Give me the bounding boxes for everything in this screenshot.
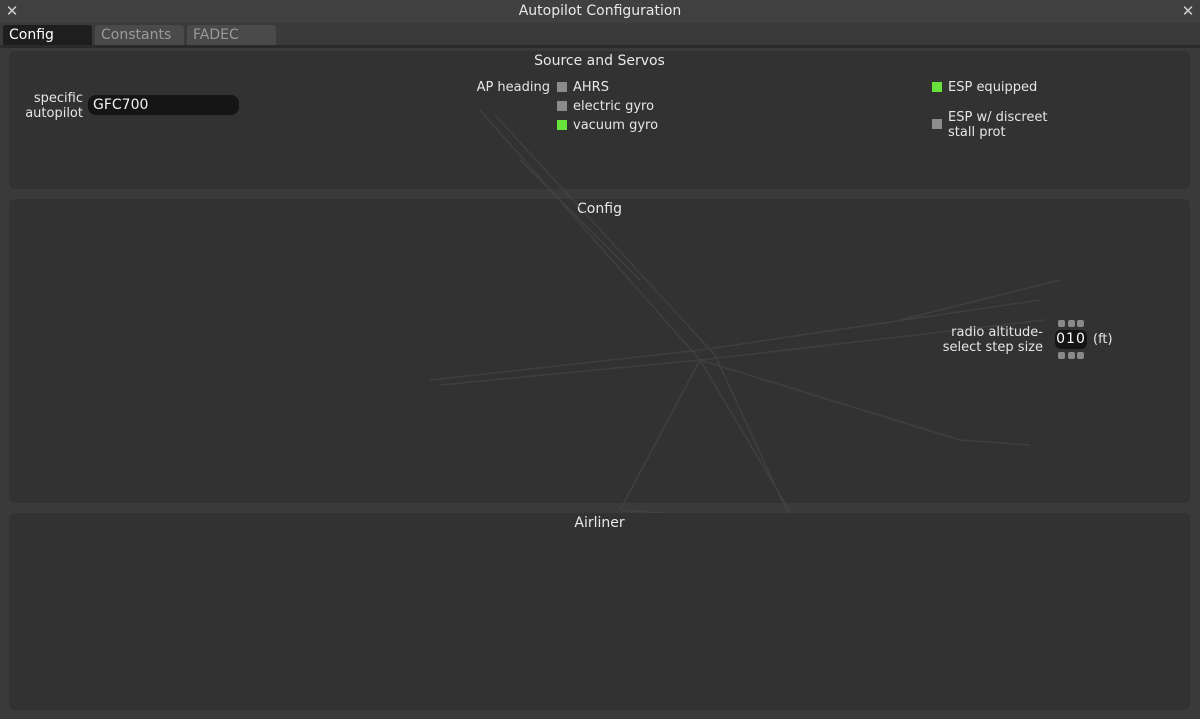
stepper-up-arrows xyxy=(1057,320,1085,327)
airliner-panel: Airliner xyxy=(9,513,1190,710)
esp-equipped-checkbox[interactable] xyxy=(932,82,942,92)
step-down-ones[interactable] xyxy=(1077,352,1084,359)
title-bar: Autopilot Configuration xyxy=(0,0,1200,23)
specific-autopilot-field[interactable]: GFC700 xyxy=(88,95,239,115)
step-up-tens[interactable] xyxy=(1067,320,1075,327)
esp-stall-checkbox[interactable] xyxy=(932,119,942,129)
tab-underline xyxy=(0,45,1200,48)
esp-stall-label-line1: ESP w/ discreet xyxy=(948,110,1048,125)
ahrs-checkbox[interactable] xyxy=(557,82,567,92)
esp-equipped-label: ESP equipped xyxy=(948,80,1038,95)
vacuum-gyro-label: vacuum gyro xyxy=(573,118,659,133)
close-window-icon[interactable]: ✕ xyxy=(1178,0,1198,23)
electric-gyro-label: electric gyro xyxy=(573,99,655,114)
specific-autopilot-label-line1: specific xyxy=(33,91,83,106)
window-title: Autopilot Configuration xyxy=(518,3,682,19)
config-title: Config xyxy=(577,201,622,217)
radio-altitude-label-line1: radio altitude- xyxy=(951,325,1043,340)
electric-gyro-checkbox[interactable] xyxy=(557,101,567,111)
step-down-hundreds[interactable] xyxy=(1058,352,1065,359)
tab-bar: Config Constants FADEC xyxy=(0,24,1200,46)
esp-stall-label-line2: stall prot xyxy=(948,125,1006,140)
step-up-hundreds[interactable] xyxy=(1058,320,1065,327)
stepper-down-arrows xyxy=(1057,352,1085,359)
tab-fadec[interactable]: FADEC xyxy=(187,25,276,45)
radio-altitude-unit: (ft) xyxy=(1093,332,1113,347)
step-down-tens[interactable] xyxy=(1067,352,1075,359)
source-servos-title: Source and Servos xyxy=(534,53,665,69)
vacuum-gyro-checkbox[interactable] xyxy=(557,120,567,130)
tab-config[interactable]: Config xyxy=(3,25,92,45)
ahrs-label: AHRS xyxy=(573,80,609,95)
tab-constants[interactable]: Constants xyxy=(95,25,184,45)
airliner-title: Airliner xyxy=(574,515,625,531)
radio-altitude-stepper[interactable]: 010 xyxy=(1055,320,1087,359)
radio-altitude-label: radio altitude- select step size xyxy=(930,325,1043,355)
step-up-ones[interactable] xyxy=(1077,320,1084,327)
esp-stall-label: ESP w/ discreet stall prot xyxy=(948,110,1048,140)
ap-heading-label: AP heading xyxy=(476,80,550,95)
close-icon[interactable]: ✕ xyxy=(2,0,22,23)
radio-altitude-value[interactable]: 010 xyxy=(1055,330,1087,349)
specific-autopilot-label-line2: autopilot xyxy=(25,106,83,121)
specific-autopilot-label: specific autopilot xyxy=(20,91,83,121)
radio-altitude-label-line2: select step size xyxy=(942,340,1043,355)
